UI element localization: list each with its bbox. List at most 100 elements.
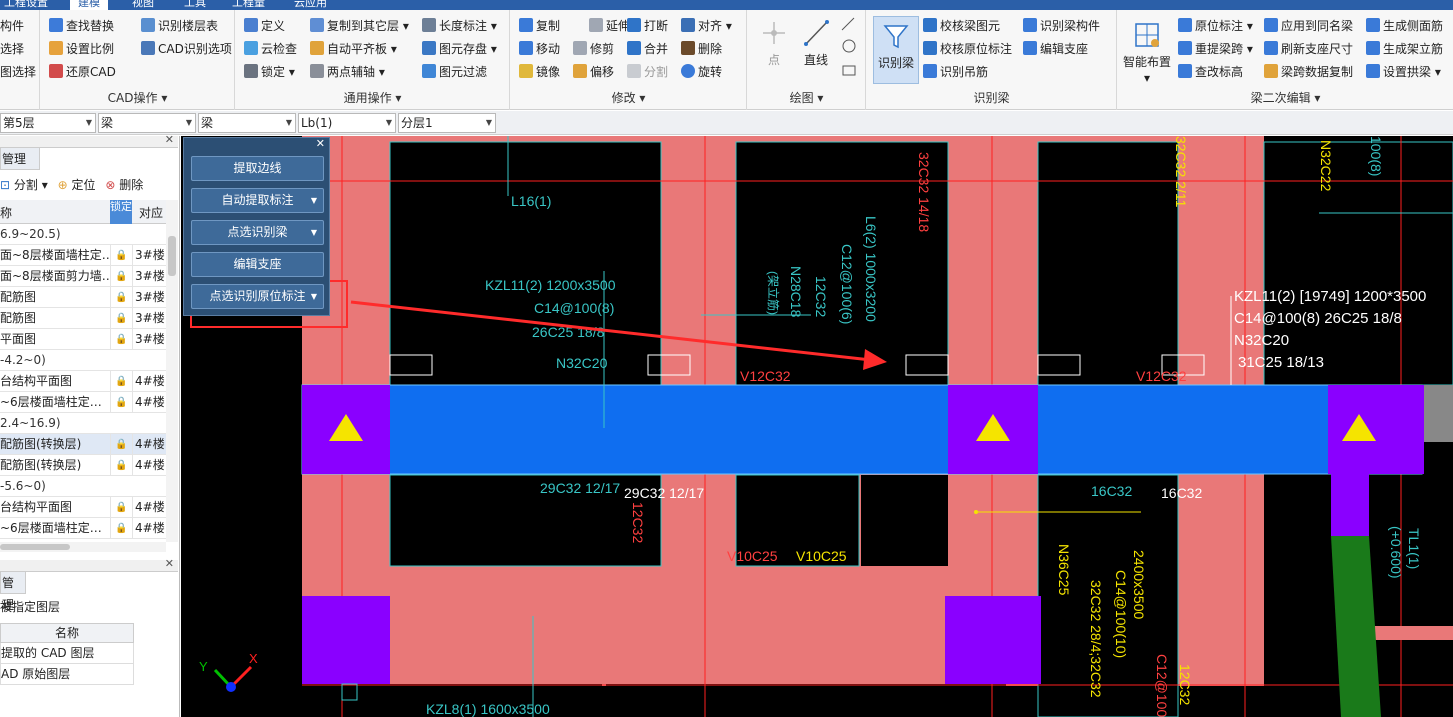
auto-extract-annotation-button[interactable]: 自动提取标注 ▼ xyxy=(191,188,324,213)
edit-support-panel-button[interactable]: 编辑支座 xyxy=(191,252,324,277)
cloud-check-button[interactable]: 云检查 xyxy=(244,39,297,59)
re-extract-span-button[interactable]: 重提梁跨 ▾ xyxy=(1178,39,1253,59)
define-button[interactable]: 定义 xyxy=(244,16,285,36)
locate-action[interactable]: ⊕ 定位 xyxy=(58,178,96,192)
drawing-row[interactable]: ~6层楼面墙柱定… 🔒 4#楼 xyxy=(0,518,166,539)
component-button[interactable]: 构件 xyxy=(0,16,24,36)
draw-point-button[interactable]: 点 xyxy=(756,18,792,68)
drawing-row[interactable]: 配筋图 🔒 3#楼 xyxy=(0,308,166,329)
break-button[interactable]: 打断 xyxy=(627,16,668,36)
close-icon[interactable]: ✕ xyxy=(165,557,174,570)
cad-options-button[interactable]: CAD识别选项 xyxy=(141,39,232,59)
generate-side-rebar-button[interactable]: 生成侧面筋 xyxy=(1366,16,1443,36)
menu-cloud[interactable]: 云应用 xyxy=(294,0,327,10)
offset-button[interactable]: 偏移 xyxy=(573,62,614,82)
drawing-group-row[interactable]: 2.4~16.9) xyxy=(0,413,166,434)
recognize-floor-table-button[interactable]: 识别楼层表 xyxy=(141,16,218,36)
drawing-row[interactable]: ~6层楼面墙柱定… 🔒 4#楼 xyxy=(0,392,166,413)
lock-icon[interactable]: 🔒 xyxy=(110,245,132,265)
lock-icon[interactable]: 🔒 xyxy=(110,497,132,517)
vertical-scrollbar[interactable] xyxy=(166,200,178,542)
length-dimension-button[interactable]: 长度标注 ▾ xyxy=(422,16,497,36)
hscrollbar-thumb[interactable] xyxy=(0,544,70,550)
mirror-button[interactable]: 镜像 xyxy=(519,62,560,82)
restore-cad-button[interactable]: 还原CAD xyxy=(49,62,116,82)
auto-flush-slab-button[interactable]: 自动平齐板 ▾ xyxy=(310,39,397,59)
close-icon[interactable]: ✕ xyxy=(165,133,174,146)
layer-row-original[interactable]: AD 原始图层 xyxy=(0,664,134,685)
horizontal-scrollbar[interactable] xyxy=(0,542,166,552)
drawing-group-row[interactable]: -5.6~0) xyxy=(0,476,166,497)
lock-icon[interactable]: 🔒 xyxy=(110,518,132,538)
select-button[interactable]: 选择 xyxy=(0,39,24,59)
check-beam-element-button[interactable]: 校核梁图元 xyxy=(923,16,1000,36)
cad-drawing[interactable]: L16(1) KZL11(2) 1200x3500 C14@100(8) 26C… xyxy=(181,136,1453,717)
menu-project-settings[interactable]: 工程设置 xyxy=(4,0,48,10)
layer-manage-tab[interactable]: 管理 xyxy=(0,572,26,612)
layer-row-extracted[interactable]: 提取的 CAD 图层 xyxy=(0,643,134,664)
lock-icon[interactable]: 🔒 xyxy=(110,287,132,307)
edit-elevation-button[interactable]: 查改标高 xyxy=(1178,62,1243,82)
drawing-row[interactable]: 面~8层楼面剪力墙… 🔒 3#楼 xyxy=(0,266,166,287)
extract-edge-button[interactable]: 提取边线 xyxy=(191,156,324,181)
drawing-row[interactable]: 面~8层楼面墙柱定… 🔒 3#楼 xyxy=(0,245,166,266)
lock-icon[interactable]: 🔒 xyxy=(110,266,132,286)
beam-edit-title[interactable]: 梁二次编辑 ▾ xyxy=(1118,89,1453,106)
lock-icon[interactable]: 🔒 xyxy=(110,308,132,328)
lock-icon[interactable]: 🔒 xyxy=(110,455,132,475)
cad-ops-title[interactable]: CAD操作 ▾ xyxy=(41,89,234,106)
align-button[interactable]: 对齐 ▾ xyxy=(681,16,732,36)
smart-layout-button[interactable]: 智能布置 ▾ xyxy=(1122,20,1172,86)
edit-support-button[interactable]: 编辑支座 xyxy=(1023,39,1088,59)
delete-button[interactable]: 删除 xyxy=(681,39,722,59)
extend-button[interactable]: 延伸 xyxy=(589,16,630,36)
check-in-situ-annotation-button[interactable]: 校核原位标注 xyxy=(923,39,1012,59)
drawing-row[interactable]: 配筋图 🔒 3#楼 xyxy=(0,287,166,308)
trim-button[interactable]: 修剪 xyxy=(573,39,614,59)
two-point-axis-button[interactable]: 两点辅轴 ▾ xyxy=(310,62,385,82)
layer-option[interactable]: 被指定图层 xyxy=(0,598,60,618)
menu-modeling[interactable]: 建模 xyxy=(70,0,108,10)
recognize-beam-component-button[interactable]: 识别梁构件 xyxy=(1023,16,1100,36)
move-button[interactable]: 移动 xyxy=(519,39,560,59)
drawing-manage-tab[interactable]: 管理 xyxy=(0,148,40,170)
draw-line-button[interactable]: 直线 xyxy=(798,18,834,68)
recognize-hanger-button[interactable]: 识别吊筋 xyxy=(923,62,988,82)
type-select[interactable]: 梁 ▼ xyxy=(198,113,296,133)
drawing-row[interactable]: 台结构平面图 🔒 4#楼 xyxy=(0,497,166,518)
menu-tools[interactable]: 工具 xyxy=(184,0,206,10)
menu-quantity[interactable]: 工程量 xyxy=(232,0,265,10)
element-filter-button[interactable]: 图元过滤 xyxy=(422,62,487,82)
common-ops-title[interactable]: 通用操作 ▾ xyxy=(236,89,509,106)
copy-button[interactable]: 复制 xyxy=(519,16,560,36)
lock-icon[interactable]: 🔒 xyxy=(110,329,132,349)
pick-recognize-beam-button[interactable]: 点选识别梁 ▼ xyxy=(191,220,324,245)
drawing-group-row[interactable]: -4.2~0) xyxy=(0,350,166,371)
find-replace-button[interactable]: 查找替换 xyxy=(49,16,114,36)
copy-span-data-button[interactable]: 梁跨数据复制 xyxy=(1264,62,1353,82)
lock-icon[interactable]: 🔒 xyxy=(110,371,132,391)
rotate-button[interactable]: 旋转 xyxy=(681,62,722,82)
element-select[interactable]: Lb(1) ▼ xyxy=(298,113,396,133)
floor-select[interactable]: 第5层 ▼ xyxy=(0,113,96,133)
lock-icon[interactable]: 🔒 xyxy=(110,392,132,412)
layer-select[interactable]: 分层1 ▼ xyxy=(398,113,496,133)
close-icon[interactable]: ✕ xyxy=(316,137,325,150)
category-select[interactable]: 梁 ▼ xyxy=(98,113,196,133)
merge-button[interactable]: 合并 xyxy=(627,39,668,59)
draw-shapes-icons[interactable] xyxy=(840,16,858,78)
drawing-row[interactable]: 配筋图(转换层) 🔒 4#楼 xyxy=(0,434,166,455)
in-situ-annotation-button[interactable]: 原位标注 ▾ xyxy=(1178,16,1253,36)
modify-title[interactable]: 修改 ▾ xyxy=(511,89,746,106)
split-button[interactable]: 分割 xyxy=(627,62,668,82)
lock-icon[interactable]: 🔒 xyxy=(110,434,132,454)
draw-title[interactable]: 绘图 ▾ xyxy=(748,89,865,106)
lock-button[interactable]: 锁定 ▾ xyxy=(244,62,295,82)
apply-same-name-beam-button[interactable]: 应用到同名梁 xyxy=(1264,16,1353,36)
recognize-beam-button[interactable]: 识别梁 xyxy=(873,16,919,84)
col-lock-header[interactable]: 锁定 xyxy=(110,200,132,224)
drawing-row[interactable]: 台结构平面图 🔒 4#楼 xyxy=(0,371,166,392)
pick-recognize-in-situ-button[interactable]: 点选识别原位标注 ▼ xyxy=(191,284,324,309)
scrollbar-thumb[interactable] xyxy=(168,236,176,276)
refresh-support-size-button[interactable]: 刷新支座尺寸 xyxy=(1264,39,1353,59)
